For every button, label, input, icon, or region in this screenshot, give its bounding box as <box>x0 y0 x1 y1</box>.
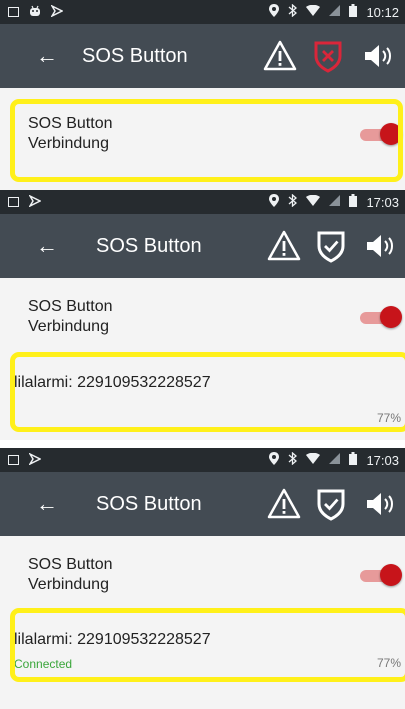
location-icon <box>269 193 280 211</box>
battery-icon <box>349 451 358 469</box>
shield-x-icon[interactable] <box>310 38 346 74</box>
location-icon <box>269 451 280 469</box>
toggle-knob <box>380 306 402 328</box>
gallery-icon <box>8 455 19 465</box>
gallery-icon <box>8 7 19 17</box>
signal-icon <box>329 194 341 210</box>
location-icon <box>269 3 280 21</box>
sos-connection-toggle[interactable] <box>360 562 402 588</box>
flag-icon <box>50 3 64 20</box>
app-bar: ← SOS Button <box>0 214 405 278</box>
arrow-back-icon[interactable]: ← <box>36 232 58 260</box>
bluetooth-icon <box>288 193 298 211</box>
shield-check-icon[interactable] <box>313 486 349 522</box>
volume-icon[interactable] <box>362 486 398 522</box>
status-time: 10:12 <box>366 4 399 20</box>
flag-icon <box>28 451 42 468</box>
screen-panel-2: 17:03 ← SOS Button SOS Button Verbindung… <box>0 190 405 440</box>
warning-icon[interactable] <box>266 228 302 264</box>
app-bar: ← SOS Button <box>0 24 405 88</box>
arrow-back-icon[interactable]: ← <box>36 42 58 70</box>
shield-check-icon[interactable] <box>313 228 349 264</box>
warning-icon[interactable] <box>262 38 298 74</box>
flag-icon <box>28 193 42 210</box>
arrow-back-icon[interactable]: ← <box>36 490 58 518</box>
sos-connection-toggle[interactable] <box>360 304 402 330</box>
page-title: SOS Button <box>96 493 202 515</box>
bluetooth-icon <box>288 451 298 469</box>
signal-icon <box>329 4 341 20</box>
android-icon <box>29 5 41 20</box>
toggle-knob <box>380 564 402 586</box>
screen-panel-3: 17:03 ← SOS Button SOS Button Verbindung… <box>0 448 405 709</box>
gallery-icon <box>8 197 19 207</box>
screen-panel-1: 10:12 ← SOS Button SOS Button Verbindung <box>0 0 405 190</box>
signal-icon <box>329 452 341 468</box>
wifi-icon <box>306 4 321 20</box>
status-bar: 10:12 <box>0 0 405 24</box>
status-bar: 17:03 <box>0 190 405 214</box>
status-bar: 17:03 <box>0 448 405 472</box>
sos-button-label: SOS Button Verbindung <box>28 298 113 335</box>
highlight-box <box>10 608 405 682</box>
battery-icon <box>349 193 358 211</box>
highlight-box <box>10 352 405 432</box>
warning-icon[interactable] <box>266 486 302 522</box>
page-title: SOS Button <box>96 235 202 257</box>
app-bar: ← SOS Button <box>0 472 405 536</box>
volume-icon[interactable] <box>362 228 398 264</box>
wifi-icon <box>306 194 321 210</box>
status-time: 17:03 <box>366 452 399 468</box>
wifi-icon <box>306 452 321 468</box>
status-time: 17:03 <box>366 194 399 210</box>
volume-icon[interactable] <box>360 38 396 74</box>
highlight-box <box>10 99 403 182</box>
sos-button-label: SOS Button Verbindung <box>28 556 113 593</box>
page-title: SOS Button <box>82 45 188 67</box>
bluetooth-icon <box>288 3 298 21</box>
battery-icon <box>349 3 358 21</box>
